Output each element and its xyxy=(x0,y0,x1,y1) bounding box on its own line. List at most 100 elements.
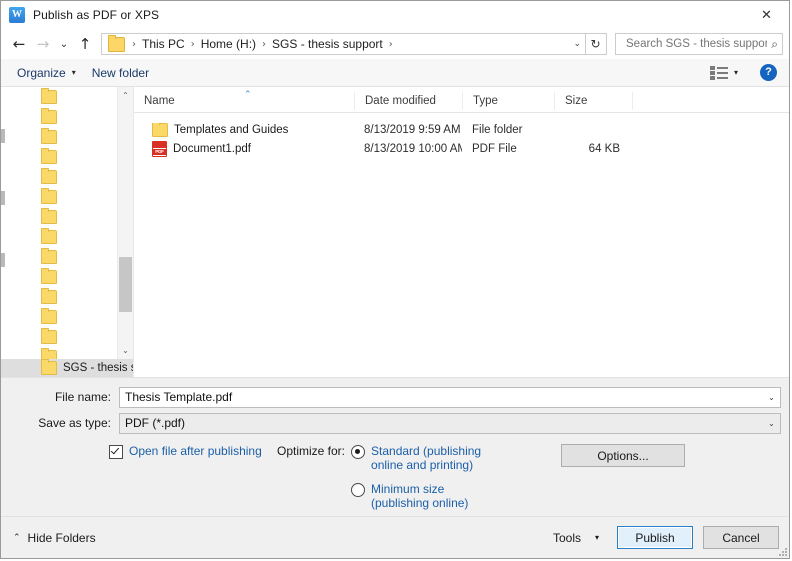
folder-icon xyxy=(41,168,57,184)
nav-tree-item[interactable] xyxy=(1,307,133,327)
cancel-button[interactable]: Cancel xyxy=(703,526,779,549)
folder-icon xyxy=(41,108,57,124)
breadcrumb-item-this-pc[interactable]: This PC xyxy=(140,37,187,51)
optimize-standard-radio[interactable] xyxy=(351,445,366,459)
breadcrumb-item-home[interactable]: Home (H:) xyxy=(199,37,258,51)
breadcrumb-item-sgs-thesis-support[interactable]: SGS - thesis support xyxy=(270,37,385,51)
file-name-cell[interactable]: PDF Document1.pdf xyxy=(134,140,354,157)
column-header-type[interactable]: Type xyxy=(462,92,554,110)
options-button-wrap: Options... xyxy=(501,444,789,467)
refresh-icon[interactable]: ↻ xyxy=(585,33,607,55)
tools-button[interactable]: Tools ▾ xyxy=(543,527,609,549)
save-form: File name: ⌄ Save as type: PDF (*.pdf) ⌄… xyxy=(1,378,789,516)
title-bar: W Publish as PDF or XPS ✕ xyxy=(1,1,789,29)
close-icon[interactable]: ✕ xyxy=(744,1,789,29)
folder-icon xyxy=(41,88,57,104)
publish-button[interactable]: Publish xyxy=(617,526,693,549)
search-box[interactable]: ⌕ xyxy=(615,33,783,55)
column-header-size[interactable]: Size xyxy=(554,92,632,110)
back-icon[interactable]: ← xyxy=(7,32,31,56)
column-header-filler xyxy=(632,92,789,110)
nav-tree-item[interactable] xyxy=(1,267,133,287)
nav-tree-item[interactable] xyxy=(1,227,133,247)
nav-tree-item[interactable] xyxy=(1,147,133,167)
file-size-cell: 64 KB xyxy=(588,142,620,155)
open-after-publishing-checkbox-wrap[interactable]: Open file after publishing xyxy=(109,444,277,459)
breadcrumb-separator-1: › xyxy=(190,38,195,50)
folder-icon xyxy=(41,228,57,244)
folder-icon xyxy=(41,348,57,359)
nav-edge-marker-3 xyxy=(1,253,5,267)
nav-tree-item-selected[interactable]: SGS - thesis s xyxy=(1,358,133,377)
file-type-cell: File folder xyxy=(472,123,523,136)
nav-tree-item[interactable] xyxy=(1,347,133,359)
dialog-footer: ⌃ Hide Folders Tools ▾ Publish Cancel xyxy=(1,516,789,558)
tools-label: Tools xyxy=(552,530,581,545)
folder-icon xyxy=(41,248,57,264)
nav-tree-item[interactable] xyxy=(1,167,133,187)
options-button[interactable]: Options... xyxy=(561,444,686,467)
chevron-down-icon-filename[interactable]: ⌄ xyxy=(763,388,780,407)
word-icon: W xyxy=(9,7,25,23)
organize-button[interactable]: Organize ▾ xyxy=(9,63,84,83)
up-icon[interactable]: ↑ xyxy=(73,32,97,56)
help-icon[interactable]: ? xyxy=(760,64,777,81)
column-header-date-modified[interactable]: Date modified xyxy=(354,92,462,110)
optimize-minimum-option[interactable]: Minimum size (publishing online) xyxy=(351,482,501,510)
nav-tree-item[interactable] xyxy=(1,287,133,307)
resize-grip[interactable] xyxy=(777,546,787,556)
file-name-input[interactable] xyxy=(120,389,763,405)
folder-icon xyxy=(41,188,57,204)
address-bar: ← → ⌄ ↑ › This PC › Home (H:) › SGS - th… xyxy=(1,29,789,59)
folder-icon xyxy=(152,122,168,137)
file-name-combobox[interactable]: ⌄ xyxy=(119,386,781,408)
save-as-type-label: Save as type: xyxy=(38,416,111,430)
file-list-column-headers: Name ⌃ Date modified Type Size xyxy=(134,87,789,113)
nav-tree-item[interactable] xyxy=(1,327,133,347)
file-name-cell[interactable]: Templates and Guides xyxy=(134,122,354,137)
scrollbar-track[interactable] xyxy=(118,103,133,343)
search-icon: ⌕ xyxy=(771,36,778,51)
scrollbar-thumb[interactable] xyxy=(119,256,132,312)
table-row[interactable]: Templates and Guides 8/13/2019 9:59 AM F… xyxy=(134,120,789,139)
nav-edge-marker-1 xyxy=(1,129,5,143)
nav-tree-item[interactable] xyxy=(1,87,133,107)
scroll-up-icon[interactable]: ⌃ xyxy=(118,87,133,103)
column-header-name-label: Name xyxy=(144,95,175,107)
folder-icon xyxy=(41,128,57,144)
save-as-type-row: Save as type: PDF (*.pdf) ⌄ xyxy=(1,412,789,434)
nav-tree-item[interactable] xyxy=(1,107,133,127)
breadcrumb[interactable]: › This PC › Home (H:) › SGS - thesis sup… xyxy=(101,33,586,55)
breadcrumb-dropdown-icon[interactable]: ⌄ xyxy=(573,39,581,49)
file-name-label: Templates and Guides xyxy=(174,123,289,136)
optimize-standard-option[interactable]: Standard (publishing online and printing… xyxy=(351,444,501,472)
nav-selected-item-label: SGS - thesis s xyxy=(63,361,133,374)
search-input[interactable] xyxy=(624,37,770,51)
new-folder-label: New folder xyxy=(91,65,150,80)
recent-locations-icon[interactable]: ⌄ xyxy=(55,32,73,56)
chevron-down-icon-filetype[interactable]: ⌄ xyxy=(763,414,780,433)
folder-icon xyxy=(41,208,57,224)
nav-tree-item[interactable] xyxy=(1,187,133,207)
nav-tree-item[interactable] xyxy=(1,247,133,267)
column-header-name[interactable]: Name ⌃ xyxy=(134,90,354,110)
new-folder-button[interactable]: New folder xyxy=(84,63,157,83)
change-view-button[interactable]: ▾ xyxy=(702,63,746,83)
open-after-publishing-checkbox[interactable] xyxy=(109,445,123,459)
navigation-pane: ⌃ ⌄ SGS - thesis s xyxy=(1,87,134,377)
folder-icon xyxy=(41,328,57,344)
hide-folders-label: Hide Folders xyxy=(27,530,96,545)
optimize-minimum-radio[interactable] xyxy=(351,483,366,497)
navigation-pane-scrollbar[interactable]: ⌃ ⌄ xyxy=(117,87,133,359)
table-row[interactable]: PDF Document1.pdf 8/13/2019 10:00 AM PDF… xyxy=(134,139,789,158)
breadcrumb-folder-icon xyxy=(108,34,125,52)
file-date-cell: 8/13/2019 10:00 AM xyxy=(364,142,462,155)
nav-tree-item[interactable] xyxy=(1,127,133,147)
file-name-row: File name: ⌄ xyxy=(1,386,789,408)
chevron-up-icon: ⌃ xyxy=(13,532,21,543)
chevron-down-icon: ▾ xyxy=(71,68,76,77)
hide-folders-button[interactable]: ⌃ Hide Folders xyxy=(13,531,96,545)
scroll-down-icon[interactable]: ⌄ xyxy=(118,343,133,359)
save-as-type-combobox[interactable]: PDF (*.pdf) ⌄ xyxy=(119,412,781,434)
nav-tree-item[interactable] xyxy=(1,207,133,227)
